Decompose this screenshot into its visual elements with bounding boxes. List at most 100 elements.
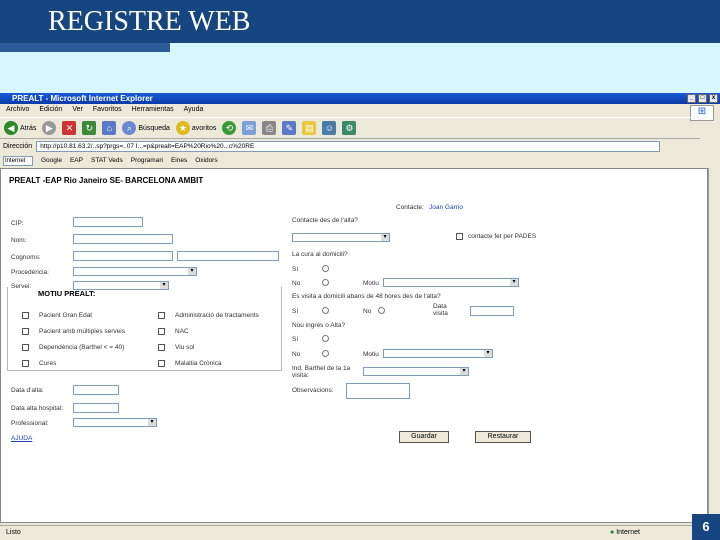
favorites-label: avoritos xyxy=(191,124,217,132)
vertical-scrollbar[interactable] xyxy=(708,168,720,523)
refresh-icon[interactable]: ↻ xyxy=(82,121,97,135)
back-label: Atrás xyxy=(20,124,37,132)
menu-archivo[interactable]: Archivo xyxy=(6,104,29,116)
contacte-alta-label: Contacte des de l'alta? xyxy=(292,217,358,224)
cognoms-label: Cognoms: xyxy=(11,254,41,261)
close-button[interactable]: x xyxy=(709,94,718,103)
contacte-alta-select[interactable] xyxy=(292,233,390,242)
link-eap[interactable]: EAP xyxy=(70,157,83,164)
data-visita-input[interactable] xyxy=(470,306,514,316)
nom-label: Nom: xyxy=(11,237,27,244)
motiu-checkbox-cronica[interactable] xyxy=(158,360,165,367)
back-arrow-icon: ◀ xyxy=(4,121,18,135)
menu-bar: Archivo Edición Ver Favoritos Herramient… xyxy=(0,104,720,116)
cip-label: CIP: xyxy=(11,220,24,227)
link-stat[interactable]: STAT Veds xyxy=(91,157,123,164)
nom-input[interactable] xyxy=(73,234,173,244)
visita-no-radio[interactable] xyxy=(378,307,385,314)
edit-icon[interactable]: ✎ xyxy=(282,121,297,135)
home-icon[interactable]: ⌂ xyxy=(102,121,117,135)
page-content: PREALT -EAP Rio Janeiro SE- BARCELONA AM… xyxy=(0,168,708,523)
curs-no-radio[interactable] xyxy=(322,279,329,286)
slide-accent-bar xyxy=(0,43,170,52)
status-zone: ● Internet xyxy=(610,526,640,540)
professional-label: Professional: xyxy=(11,420,49,427)
help-link[interactable]: AJUDA xyxy=(11,435,32,442)
menu-ayuda[interactable]: Ayuda xyxy=(184,104,204,116)
procedencia-label: Procedència: xyxy=(11,269,49,276)
link-google[interactable]: Google xyxy=(41,157,62,164)
observacions-textarea[interactable] xyxy=(346,383,410,399)
observacions-label: Observacions: xyxy=(292,387,334,394)
favorites-button[interactable]: ★ avoritos xyxy=(175,121,217,135)
ingres-no-radio[interactable] xyxy=(322,350,329,357)
curs-motiu-label: Motiu xyxy=(363,280,379,287)
tools-icon[interactable]: ⚙ xyxy=(342,121,357,135)
address-bar: Dirección http://p10.81.63.2/..sp?prgs=.… xyxy=(0,140,720,153)
ingres-si-radio[interactable] xyxy=(322,335,329,342)
print-icon[interactable]: ⎙ xyxy=(262,121,277,135)
data-hospital-label: Data alta hospital: xyxy=(11,405,64,412)
motiu-checkbox-gran-edat[interactable] xyxy=(22,312,29,319)
cip-input[interactable] xyxy=(73,217,143,227)
folder-icon[interactable]: ▤ xyxy=(302,121,317,135)
ingres-no-label: No xyxy=(292,351,301,358)
motiu-label-gran-edat: Pacient Gran Edat xyxy=(39,312,93,319)
stop-icon[interactable]: ✕ xyxy=(62,121,77,135)
cognom1-input[interactable] xyxy=(73,251,173,261)
reset-button[interactable]: Restaurar xyxy=(475,431,531,443)
save-button[interactable]: Guardar xyxy=(399,431,449,443)
data-alta-input[interactable] xyxy=(73,385,119,395)
maximize-button[interactable]: □ xyxy=(698,94,707,103)
procedencia-select[interactable] xyxy=(73,267,197,276)
curs-si-radio[interactable] xyxy=(322,265,329,272)
motiu-checkbox-dependencia[interactable] xyxy=(22,344,29,351)
search-icon: ⌕ xyxy=(122,121,137,135)
motiu-checkbox-cures[interactable] xyxy=(22,360,29,367)
link-programari[interactable]: Programari xyxy=(131,157,163,164)
ingres-motiu-select[interactable] xyxy=(383,349,493,358)
address-input[interactable]: http://p10.81.63.2/..sp?prgs=..07 I...=p… xyxy=(36,141,660,152)
back-button[interactable]: ◀ Atrás xyxy=(4,121,36,135)
ind-barthel-select[interactable] xyxy=(363,367,469,376)
toolbar-search-input[interactable]: Internet xyxy=(3,155,33,166)
link-eines[interactable]: Eines xyxy=(171,157,187,164)
forward-arrow-icon[interactable]: ▶ xyxy=(42,121,57,135)
contacte-paus-label: contacte fet per PADES xyxy=(468,233,537,240)
window-title: PREALT - Microsoft Internet Explorer xyxy=(12,94,153,103)
menu-edicion[interactable]: Edición xyxy=(39,104,62,116)
motiu-checkbox-viu-sol[interactable] xyxy=(158,344,165,351)
visita-si-radio[interactable] xyxy=(322,307,329,314)
visita-48h-label: Es visita a domicili abans de 48 hores d… xyxy=(292,293,441,300)
contacte-paus-checkbox[interactable] xyxy=(456,233,463,240)
ind-barthel-label: Ind. Barthel de la 1a visita: xyxy=(292,365,351,379)
motiu-checkbox-nac[interactable] xyxy=(158,328,165,335)
menu-herramientas[interactable]: Herramientas xyxy=(132,104,174,116)
search-label: Búsqueda xyxy=(138,124,170,132)
curs-no-label: No xyxy=(292,280,301,287)
menu-ver[interactable]: Ver xyxy=(72,104,83,116)
ingres-motiu-label: Motiu xyxy=(363,351,379,358)
motiu-label-viu-sol: Viu sol xyxy=(175,344,195,351)
browser-toolbar: ◀ Atrás ▶ ✕ ↻ ⌂ ⌕ Búsqueda ★ avoritos ⟲ … xyxy=(0,117,700,139)
ingres-si-label: Sí xyxy=(292,336,299,343)
status-text: Listo xyxy=(6,529,21,536)
motiu-checkbox-multiples-serveis[interactable] xyxy=(22,328,29,335)
motiu-checkbox-tractaments[interactable] xyxy=(158,312,165,319)
curs-motiu-select[interactable] xyxy=(383,278,519,287)
minimize-button[interactable]: _ xyxy=(687,94,696,103)
motiu-label-cronica: Malaltia Crònica xyxy=(175,360,222,367)
data-hospital-input[interactable] xyxy=(73,403,119,413)
mail-icon[interactable]: ✉ xyxy=(242,121,257,135)
search-button[interactable]: ⌕ Búsqueda xyxy=(122,121,170,135)
visita-si-label: Sí xyxy=(292,308,299,315)
cognom2-input[interactable] xyxy=(177,251,279,261)
professional-select[interactable] xyxy=(73,418,157,427)
nou-ingres-label: Nou ingrés o Alta? xyxy=(292,322,346,329)
link-oxidors[interactable]: Oxidors xyxy=(195,157,217,164)
contact-link[interactable]: Joan Garrio xyxy=(429,204,463,211)
history-icon[interactable]: ⟲ xyxy=(222,121,237,135)
messenger-icon[interactable]: ☺ xyxy=(322,121,337,135)
menu-favoritos[interactable]: Favoritos xyxy=(93,104,122,116)
window-titlebar: PREALT - Microsoft Internet Explorer _ □… xyxy=(0,93,720,104)
